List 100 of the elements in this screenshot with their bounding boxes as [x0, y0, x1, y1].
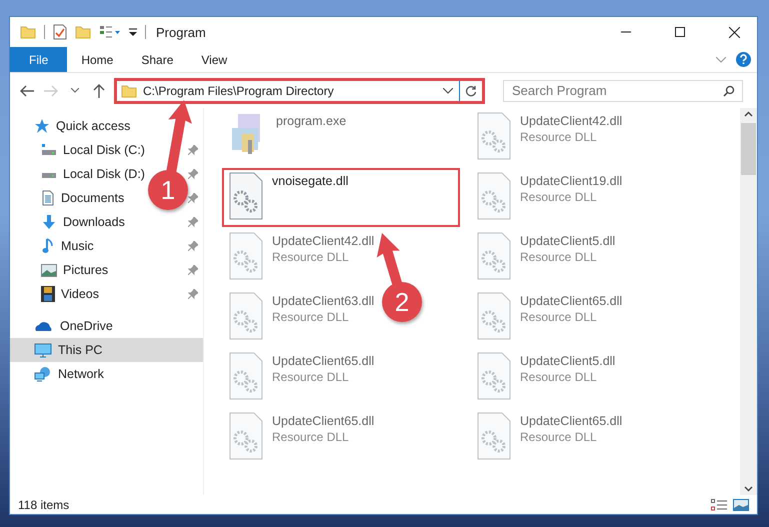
file-type: Resource DLL: [272, 370, 350, 384]
gear-file-icon: [476, 112, 512, 160]
file-type: Resource DLL: [520, 250, 598, 264]
minimize-icon: [621, 31, 631, 33]
network-icon: [34, 366, 52, 382]
search-field[interactable]: Search Program: [503, 80, 743, 102]
file-name: UpdateClient65.dll: [272, 414, 374, 428]
expand-ribbon-icon[interactable]: [716, 56, 726, 62]
address-path: C:\Program Files\Program Directory: [143, 84, 335, 98]
scroll-thumb[interactable]: [741, 123, 756, 175]
file-item[interactable]: UpdateClient5.dll Resource DLL: [470, 228, 622, 287]
gear-file-icon: [228, 232, 264, 280]
sidebar-item[interactable]: Videos: [41, 286, 99, 302]
file-name: UpdateClient42.dll: [272, 234, 374, 248]
file-name: vnoisegate.dll: [272, 174, 348, 188]
file-item[interactable]: UpdateClient65.dll Resource DLL: [222, 348, 380, 407]
address-bar[interactable]: C:\Program Files\Program Directory: [114, 78, 485, 104]
ribbon-tab[interactable]: Home: [67, 47, 128, 72]
file-name: program.exe: [276, 114, 346, 128]
pin-icon[interactable]: [188, 145, 198, 155]
pin-icon[interactable]: [188, 169, 198, 179]
pin-icon[interactable]: [188, 217, 198, 227]
down-arrow-icon: [41, 214, 57, 230]
file-type: Resource DLL: [520, 310, 598, 324]
gear-file-icon: [476, 412, 512, 460]
pin-icon[interactable]: [188, 289, 198, 299]
file-item[interactable]: vnoisegate.dll: [222, 168, 460, 227]
picture-icon: [41, 264, 57, 276]
file-name: UpdateClient63.dll: [272, 294, 374, 308]
file-item[interactable]: UpdateClient65.dll Resource DLL: [470, 288, 628, 347]
window-title: Program: [156, 24, 206, 40]
help-icon[interactable]: [736, 52, 751, 67]
document-icon: [41, 190, 55, 206]
file-item[interactable]: UpdateClient65.dll Resource DLL: [470, 408, 628, 467]
file-name: UpdateClient65.dll: [272, 354, 374, 368]
item-count: 118 items: [18, 498, 70, 512]
back-arrow-icon: [20, 84, 34, 96]
details-view-icon[interactable]: [711, 498, 727, 510]
search-icon: [723, 84, 735, 96]
file-name: UpdateClient19.dll: [520, 174, 622, 188]
pin-icon[interactable]: [188, 241, 198, 251]
sidebar-item[interactable]: Local Disk (D:): [41, 167, 145, 181]
chevron-down-icon: [71, 88, 79, 93]
sidebar-item[interactable]: Music: [41, 238, 94, 254]
pin-icon[interactable]: [188, 265, 198, 275]
large-icons-view-icon[interactable]: [733, 498, 749, 510]
sidebar-item[interactable]: Pictures: [41, 263, 108, 277]
dropdown-icon[interactable]: [129, 27, 137, 37]
sidebar-item[interactable]: Quick access: [34, 118, 130, 134]
gear-file-icon: [476, 352, 512, 400]
gear-file-icon: [228, 292, 264, 340]
ribbon-tab[interactable]: View: [187, 47, 242, 72]
file-item[interactable]: UpdateClient19.dll Resource DLL: [470, 168, 628, 227]
close-icon: [728, 26, 740, 38]
new-folder-icon: [75, 25, 91, 39]
sidebar-item[interactable]: Downloads: [41, 214, 125, 230]
music-note-icon: [41, 238, 55, 254]
file-item[interactable]: program.exe: [222, 108, 352, 167]
gear-file-icon: [228, 352, 264, 400]
film-icon: [41, 286, 55, 302]
pin-icon[interactable]: [188, 193, 198, 203]
file-name: UpdateClient5.dll: [520, 354, 616, 368]
file-name: UpdateClient65.dll: [520, 414, 622, 428]
folder-icon: [121, 84, 137, 98]
file-name: UpdateClient5.dll: [520, 234, 616, 248]
gear-file-icon: [476, 292, 512, 340]
gear-file-icon: [476, 232, 512, 280]
ribbon-tab[interactable]: Share: [127, 47, 188, 72]
star-icon: [34, 118, 50, 134]
sidebar-item[interactable]: Documents: [41, 190, 124, 206]
file-type: Resource DLL: [520, 430, 598, 444]
gear-file-icon: [476, 172, 512, 220]
chevron-down-icon[interactable]: [443, 88, 453, 94]
gear-file-icon: [228, 172, 264, 220]
file-item[interactable]: UpdateClient42.dll Resource DLL: [470, 108, 628, 167]
sidebar-item[interactable]: Local Disk (C:): [41, 143, 145, 157]
properties-icon[interactable]: [53, 24, 67, 40]
up-arrow-icon: [93, 84, 105, 98]
view-options-icon[interactable]: [99, 25, 121, 39]
maximize-icon: [675, 27, 685, 37]
file-name: UpdateClient42.dll: [520, 114, 622, 128]
monitor-icon: [34, 342, 52, 358]
file-name: UpdateClient65.dll: [520, 294, 622, 308]
scrollbar[interactable]: [740, 108, 757, 495]
gear-file-icon: [228, 412, 264, 460]
file-type: Resource DLL: [520, 190, 598, 204]
file-item[interactable]: UpdateClient5.dll Resource DLL: [470, 348, 622, 407]
file-item[interactable]: UpdateClient63.dll Resource DLL: [222, 288, 380, 347]
forward-arrow-icon: [44, 84, 58, 96]
file-type: Resource DLL: [272, 310, 350, 324]
refresh-icon: [465, 84, 477, 96]
sidebar-item[interactable]: OneDrive: [34, 319, 113, 333]
file-menu[interactable]: File: [10, 47, 68, 72]
file-type: Resource DLL: [520, 130, 598, 144]
file-item[interactable]: UpdateClient65.dll Resource DLL: [222, 408, 380, 467]
folder-icon: [20, 25, 36, 39]
file-item[interactable]: UpdateClient42.dll Resource DLL: [222, 228, 380, 287]
file-type: Resource DLL: [272, 250, 350, 264]
sidebar-item[interactable]: Network: [34, 366, 104, 382]
file-type: Resource DLL: [272, 430, 350, 444]
